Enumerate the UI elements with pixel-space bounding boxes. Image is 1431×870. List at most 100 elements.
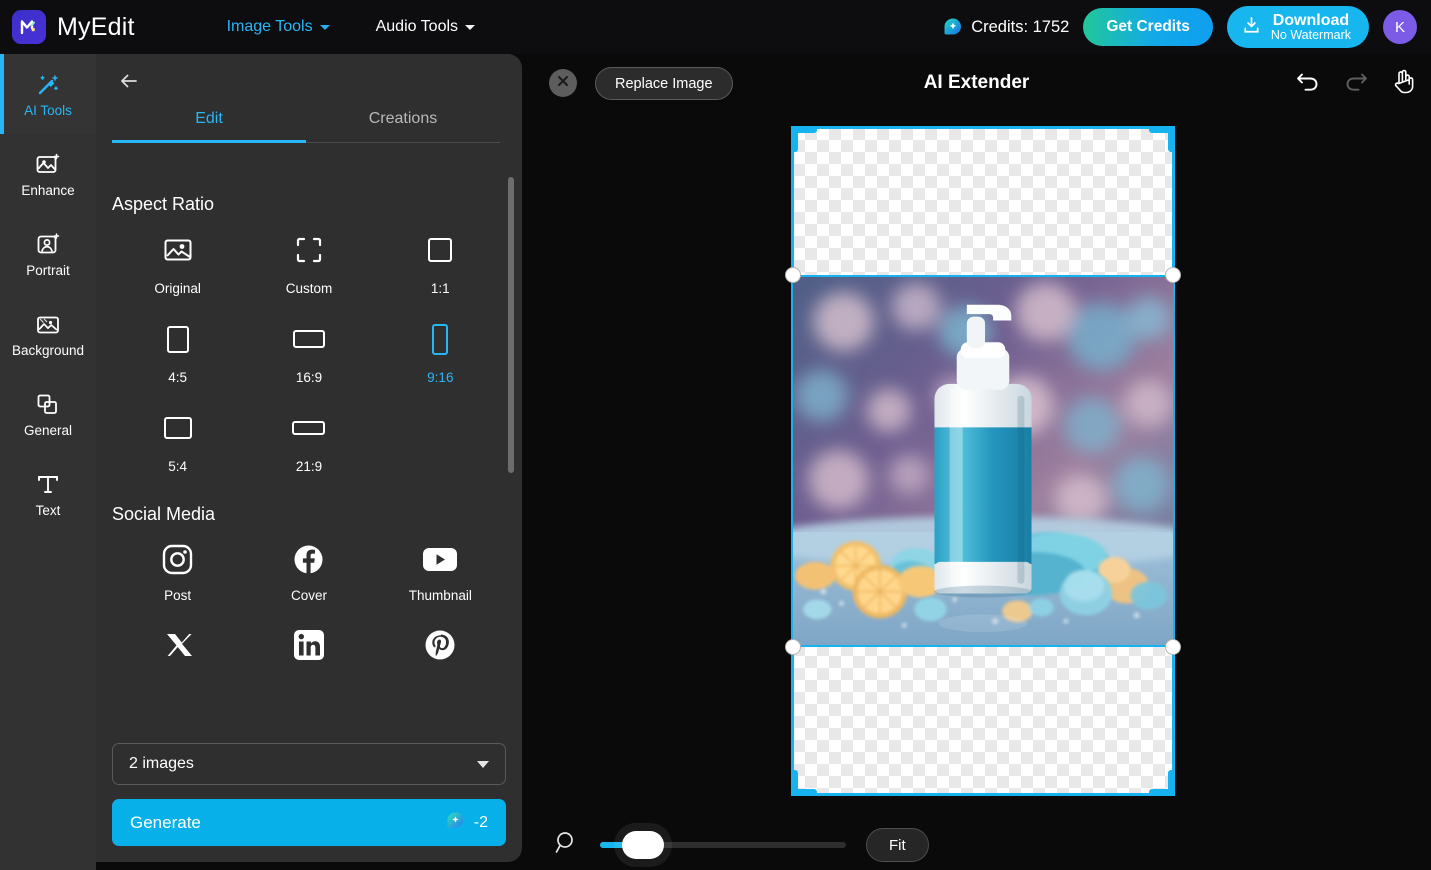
aspect-ratio-5-4[interactable]: 5:4 [112,407,243,474]
aspect-ratio-custom[interactable]: Custom [243,229,374,296]
nav-image-tools[interactable]: Image Tools [227,18,330,36]
resize-handle-bottom-left[interactable] [785,639,801,655]
sidebar-item-general[interactable]: General [0,374,96,454]
image-count-select[interactable]: 2 images [112,743,506,785]
resize-handle-bottom-right[interactable] [1165,639,1181,655]
aspect-ratio-label: 4:5 [168,370,188,385]
credits-label: Credits: 1752 [971,17,1070,36]
app-root: MyEdit Image Tools Audio Tools Credits: … [0,0,1431,870]
sidebar-item-label: AI Tools [24,102,72,118]
tab-edit[interactable]: Edit [112,110,306,143]
social-x-twitter[interactable] [112,625,243,674]
aspect-ratio-original[interactable]: Original [112,229,243,296]
brand-logo[interactable]: MyEdit [12,10,135,44]
nav-image-tools-label: Image Tools [226,18,313,35]
frame-corner-bottom-left[interactable] [791,766,821,796]
chevron-down-icon [477,760,489,768]
resize-handle-top-right[interactable] [1165,267,1181,283]
aspect-ratio-9-16[interactable]: 9:16 [375,318,506,385]
generate-cost: -2 [446,811,488,835]
sidebar-item-text[interactable]: Text [0,454,96,534]
social-youtube-thumbnail[interactable]: Thumbnail [375,539,506,603]
download-sublabel: No Watermark [1270,27,1351,42]
chevron-down-icon [319,24,330,30]
social-media-title: Social Media [112,504,216,524]
image-count-value: 2 images [129,755,194,772]
social-facebook-cover[interactable]: Cover [243,539,374,603]
credits-display: Credits: 1752 [943,17,1069,37]
social-instagram-post[interactable]: Post [112,539,243,603]
aspect-ratio-4-5[interactable]: 4:5 [112,318,243,385]
sidebar-item-label: Portrait [26,262,70,278]
x-twitter-icon [164,625,192,665]
resize-handle-top-left[interactable] [785,267,801,283]
hand-pan-icon [1392,68,1416,99]
sidebar-item-background[interactable]: Background [0,294,96,374]
panel-tabs: Edit Creations [112,110,500,143]
nav-audio-tools[interactable]: Audio Tools [375,18,476,36]
aspect-ratio-title: Aspect Ratio [112,194,215,214]
facebook-icon [292,539,325,579]
tool-panel: Edit Creations Aspect Ratio Original Cus… [96,54,522,862]
landscape-rect-icon [156,407,200,449]
download-label: Download [1272,11,1350,29]
sidebar-item-label: General [23,422,73,438]
layers-copy-icon [35,391,61,419]
social-pinterest[interactable] [375,625,506,674]
fit-button[interactable]: Fit [866,828,929,862]
ultrawide-rect-icon [287,407,331,449]
social-linkedin[interactable] [243,625,374,674]
get-credits-button[interactable]: Get Credits [1083,8,1213,46]
sidebar-item-enhance[interactable]: Enhance [0,134,96,214]
tab-creations[interactable]: Creations [306,110,500,143]
frame-corner-top-right[interactable] [1145,126,1175,156]
sidebar-item-portrait[interactable]: Portrait [0,214,96,294]
hand-tool-button[interactable] [1389,68,1419,98]
generate-cost-label: -2 [473,813,488,831]
generate-button[interactable]: Generate -2 [112,799,506,846]
instagram-icon [161,539,194,579]
text-t-icon [35,471,61,499]
tall-rect-icon [418,318,462,360]
arrow-left-icon [118,70,140,97]
extend-frame[interactable] [785,126,1181,796]
canvas-toolbar: Replace Image AI Extender [522,54,1431,112]
social-label: Post [164,588,192,603]
panel-scrollbar[interactable] [508,177,514,473]
avatar[interactable]: K [1383,10,1417,44]
chevron-down-icon [465,24,476,30]
aspect-ratio-21-9[interactable]: 21:9 [243,407,374,474]
zoom-controls: Fit [554,828,929,862]
aspect-ratio-16-9[interactable]: 16:9 [243,318,374,385]
credit-gem-icon [943,17,963,37]
frame-corner-top-left[interactable] [791,126,821,156]
social-label: Thumbnail [408,588,472,603]
source-image[interactable] [793,275,1173,647]
aspect-ratio-label: 5:4 [168,459,188,474]
undo-button[interactable] [1293,68,1323,98]
aspect-ratio-label: 21:9 [295,459,323,474]
aspect-ratio-grid: Original Custom 1:1 4:5 16:9 9:16 5:4 21… [112,229,506,474]
zoom-slider[interactable] [600,831,846,859]
image-sparkle-icon [35,151,61,179]
aspect-ratio-1-1[interactable]: 1:1 [375,229,506,296]
download-button[interactable]: Download No Watermark [1226,6,1369,48]
canvas-stage[interactable] [522,112,1431,812]
redo-button[interactable] [1341,68,1371,98]
portrait-person-icon [35,231,61,259]
magnifier-icon[interactable] [554,830,580,861]
social-label: Cover [290,588,327,603]
sidebar-item-label: Enhance [21,182,75,198]
frame-corner-bottom-right[interactable] [1145,766,1175,796]
aspect-ratio-label: 1:1 [430,281,450,296]
back-button[interactable] [114,68,144,98]
nav-audio-tools-label: Audio Tools [375,18,459,35]
myedit-logo-icon [12,10,46,44]
sidebar-item-label: Background [11,342,85,358]
image-original-icon [156,229,200,271]
wide-rect-icon [287,318,331,360]
panel-footer: 2 images Generate -2 [96,743,522,862]
sidebar-item-ai-tools[interactable]: AI Tools [0,54,96,134]
aspect-ratio-label: 9:16 [427,370,454,385]
zoom-slider-thumb[interactable] [622,831,664,859]
